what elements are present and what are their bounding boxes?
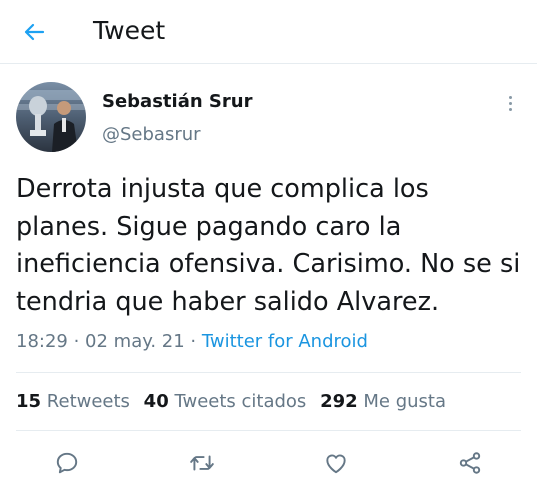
- tweet-date: 02 may. 21: [85, 331, 185, 352]
- quotes-count: 40: [143, 391, 169, 412]
- like-icon: [326, 454, 346, 474]
- retweets-count: 15: [16, 391, 42, 412]
- likes-stat[interactable]: 292 Me gusta: [320, 391, 446, 412]
- divider: [16, 430, 521, 431]
- retweet-button[interactable]: [187, 448, 217, 478]
- retweet-icon: [190, 455, 214, 471]
- author-name[interactable]: Sebastián Srur: [102, 91, 252, 113]
- page-title: Tweet: [93, 16, 166, 45]
- meta-separator: ·: [67, 331, 86, 352]
- tweet-stats: 15 Retweets 40 Tweets citados 292 Me gus…: [16, 390, 454, 414]
- profile-photo: [16, 82, 86, 152]
- tweet-source-link[interactable]: Twitter for Android: [202, 331, 368, 352]
- likes-label: Me gusta: [363, 391, 447, 412]
- reply-button[interactable]: [52, 448, 82, 478]
- top-bar: Tweet: [0, 0, 537, 64]
- more-dot: [508, 95, 512, 99]
- retweets-stat[interactable]: 15 Retweets: [16, 391, 130, 412]
- share-button[interactable]: [455, 448, 485, 478]
- reply-icon: [56, 452, 78, 474]
- back-button[interactable]: [18, 16, 50, 48]
- avatar[interactable]: [16, 82, 86, 152]
- likes-count: 292: [320, 391, 358, 412]
- tweet-text: Derrota injusta que complica los planes.…: [16, 174, 521, 317]
- action-bar: [0, 440, 537, 484]
- tweet-meta: 18:29 · 02 may. 21 · Twitter for Android: [16, 330, 368, 354]
- arrow-left-icon: [24, 23, 45, 41]
- more-dot: [508, 101, 512, 105]
- quotes-label: Tweets citados: [174, 391, 307, 412]
- like-button[interactable]: [321, 448, 351, 478]
- share-icon: [459, 452, 481, 474]
- retweets-label: Retweets: [46, 391, 130, 412]
- quotes-stat[interactable]: 40 Tweets citados: [144, 391, 307, 412]
- more-options-button[interactable]: [498, 90, 522, 116]
- author-handle[interactable]: @Sebasrur: [102, 124, 201, 146]
- tweet-time: 18:29: [16, 331, 68, 352]
- divider: [16, 372, 521, 373]
- more-dot: [508, 107, 512, 111]
- meta-separator: ·: [184, 331, 202, 352]
